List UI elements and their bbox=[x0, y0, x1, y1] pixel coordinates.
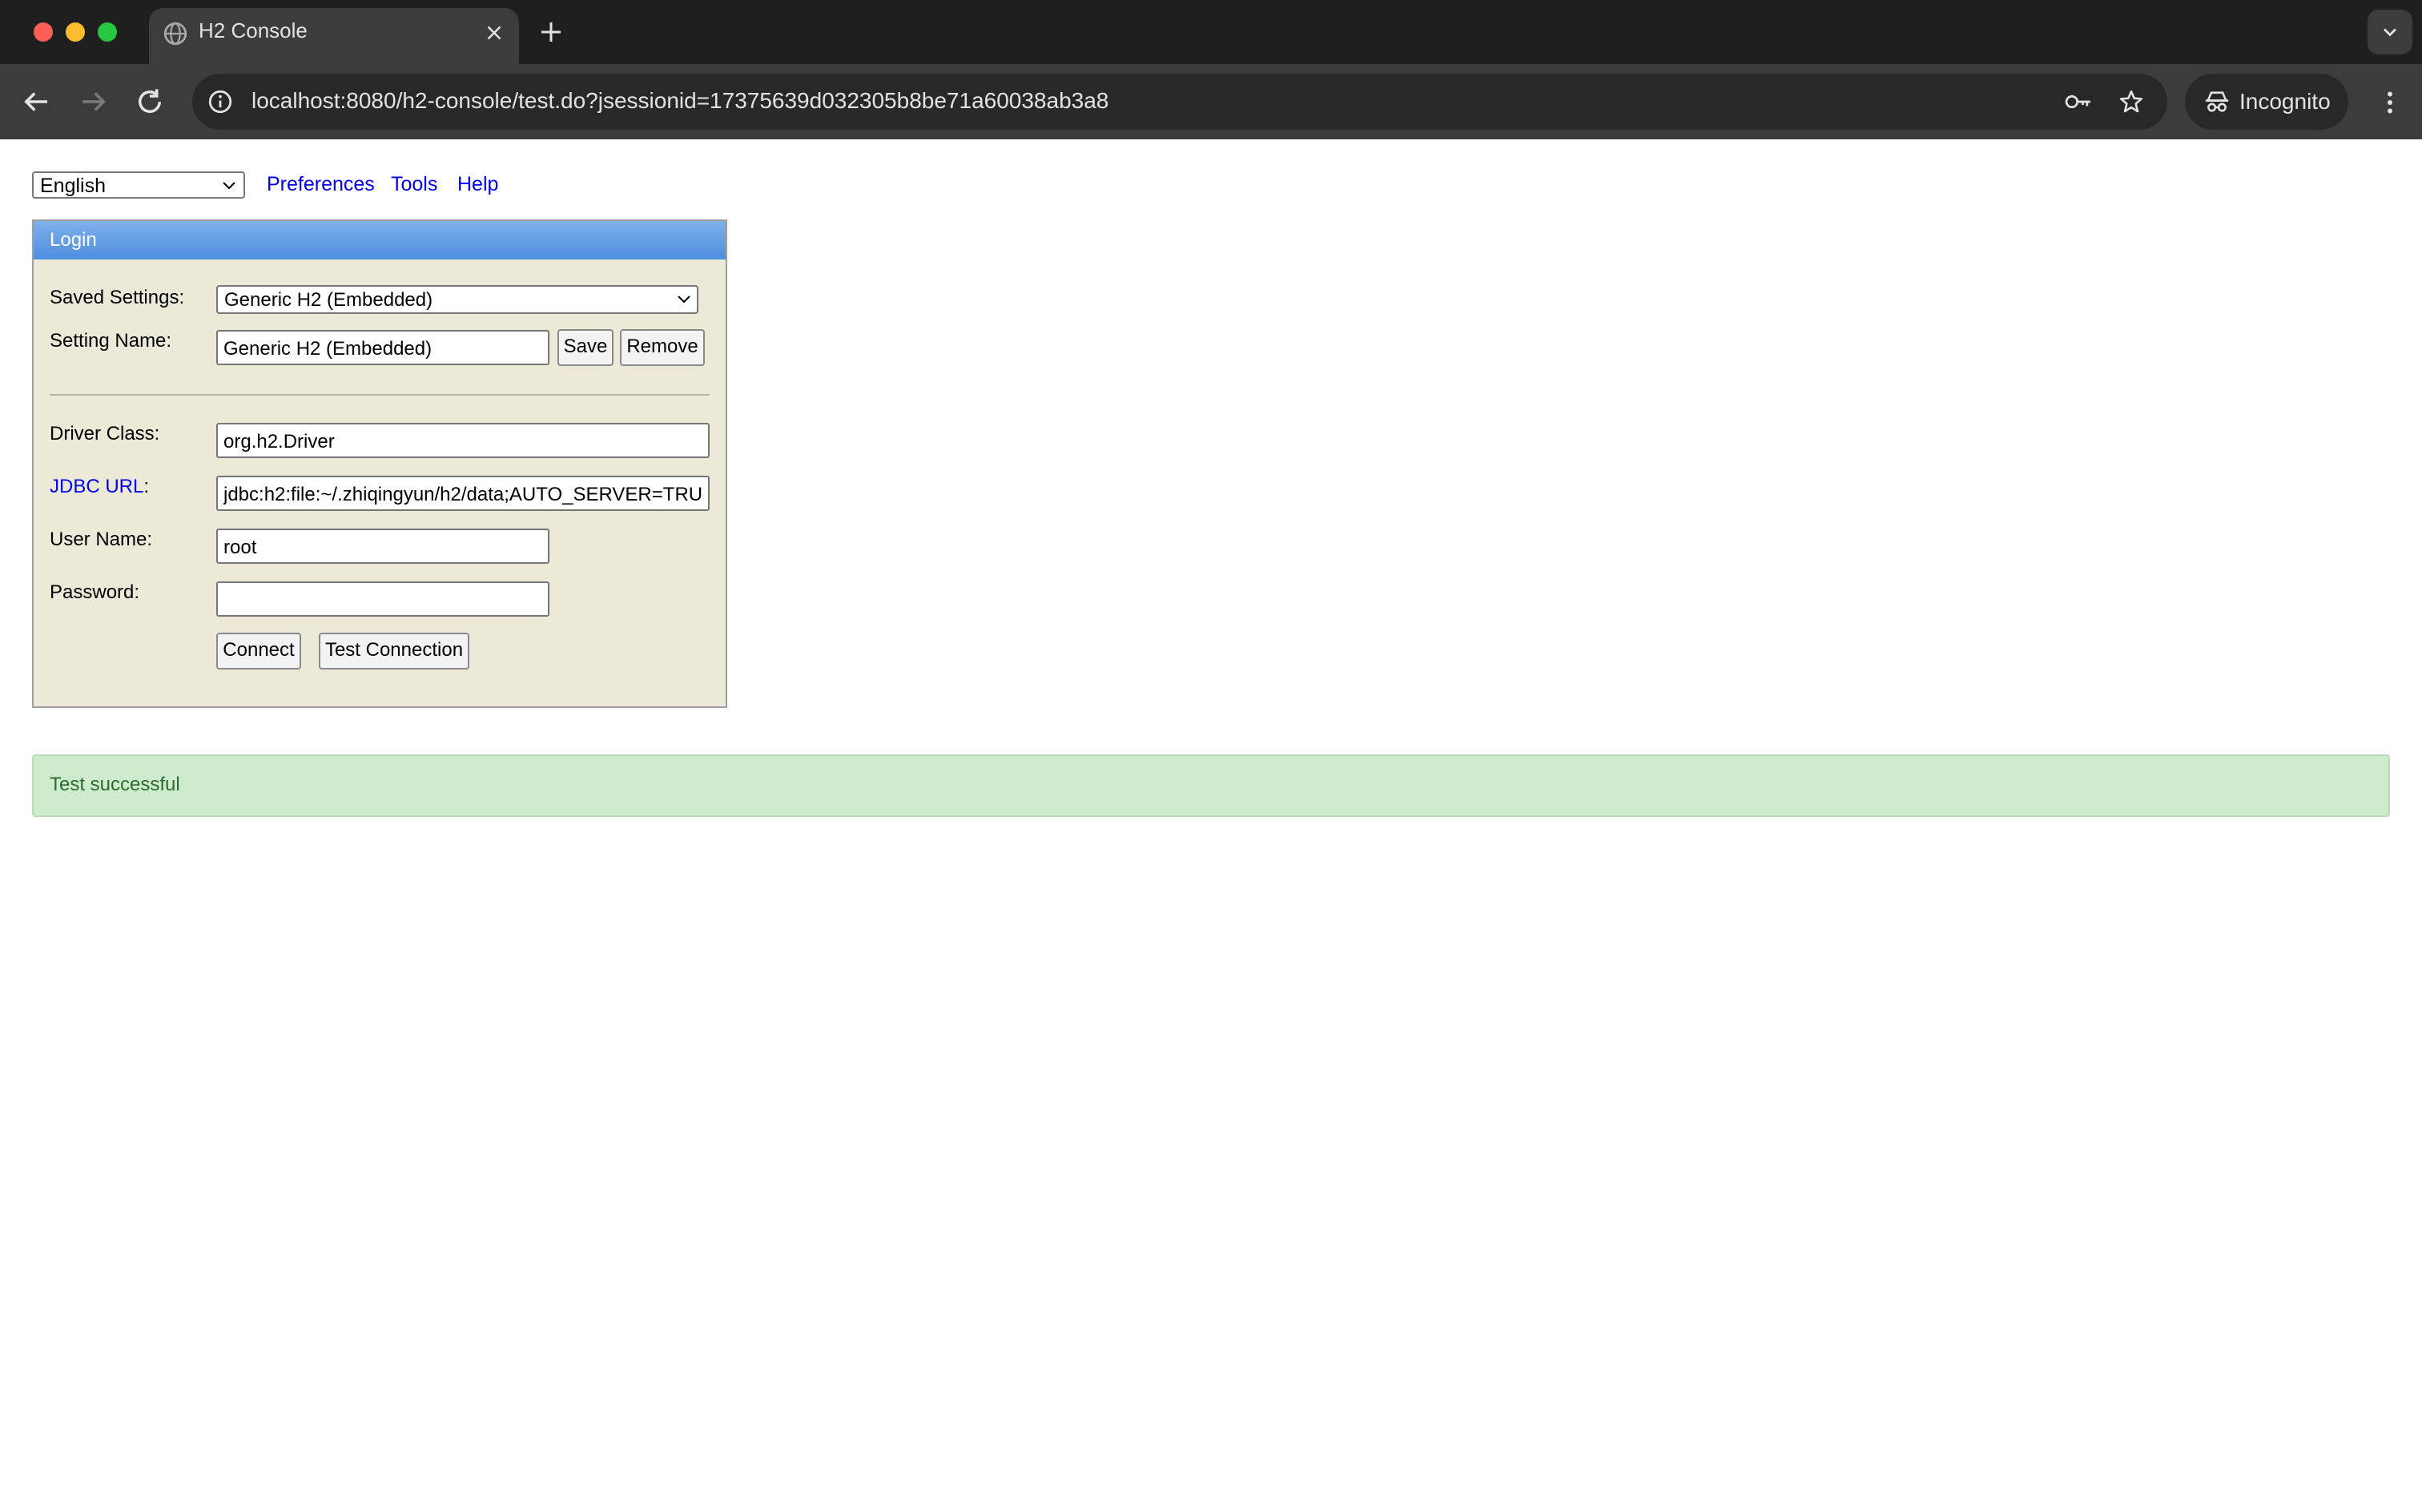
driver-class-value: org.h2.Driver bbox=[223, 431, 335, 452]
browser-toolbar: localhost:8080/h2-console/test.do?jsessi… bbox=[0, 64, 2422, 139]
back-arrow-icon[interactable] bbox=[19, 85, 53, 119]
window-close-button[interactable] bbox=[34, 22, 53, 42]
saved-settings-label: Saved Settings: bbox=[50, 287, 185, 308]
tab-search-button[interactable] bbox=[2368, 10, 2412, 54]
saved-settings-value: Generic H2 (Embedded) bbox=[224, 289, 433, 311]
language-select-value: English bbox=[40, 175, 106, 197]
login-header: Login bbox=[34, 221, 726, 259]
chevron-down-icon bbox=[223, 182, 235, 190]
new-tab-icon[interactable] bbox=[537, 18, 565, 46]
jdbc-url-label: JDBC URL: bbox=[50, 476, 149, 498]
setting-name-label: Setting Name: bbox=[50, 330, 172, 352]
driver-class-label: Driver Class: bbox=[50, 423, 160, 444]
chevron-down-icon bbox=[678, 296, 690, 304]
chevron-down-icon bbox=[2384, 28, 2396, 37]
remove-button[interactable]: Remove bbox=[620, 329, 705, 366]
connect-button[interactable]: Connect bbox=[216, 633, 301, 670]
incognito-label: Incognito bbox=[2239, 89, 2331, 114]
reload-icon[interactable] bbox=[133, 85, 167, 119]
browser-tab-h2-console[interactable]: H2 Console bbox=[149, 8, 519, 64]
window-maximize-button[interactable] bbox=[98, 22, 117, 42]
bookmark-star-icon[interactable] bbox=[2118, 88, 2145, 115]
browser-menu-icon[interactable] bbox=[2376, 86, 2404, 119]
password-label: Password: bbox=[50, 581, 140, 603]
jdbc-url-colon: : bbox=[143, 476, 150, 497]
incognito-icon bbox=[2205, 91, 2229, 112]
user-name-input[interactable]: root bbox=[216, 529, 549, 564]
user-name-value: root bbox=[223, 537, 257, 558]
forward-arrow-icon[interactable] bbox=[77, 85, 111, 119]
user-name-label: User Name: bbox=[50, 529, 153, 550]
password-key-icon[interactable] bbox=[2063, 88, 2094, 115]
incognito-indicator[interactable]: Incognito bbox=[2185, 74, 2348, 130]
setting-name-value: Generic H2 (Embedded) bbox=[223, 338, 432, 360]
jdbc-url-link[interactable]: JDBC URL bbox=[50, 476, 143, 497]
setting-name-input[interactable]: Generic H2 (Embedded) bbox=[216, 330, 549, 365]
login-title: Login bbox=[50, 229, 97, 251]
tab-close-icon[interactable] bbox=[482, 21, 506, 45]
help-link[interactable]: Help bbox=[457, 173, 498, 196]
language-select[interactable]: English bbox=[32, 171, 245, 199]
status-message: Test successful bbox=[50, 774, 180, 795]
jdbc-url-value: jdbc:h2:file:~/.zhiqingyun/h2/data;AUTO_… bbox=[223, 484, 703, 505]
password-input[interactable] bbox=[216, 581, 549, 617]
window-minimize-button[interactable] bbox=[66, 22, 85, 42]
tools-link[interactable]: Tools bbox=[391, 173, 437, 196]
tab-title: H2 Console bbox=[199, 18, 308, 42]
globe-icon bbox=[163, 22, 187, 46]
address-bar[interactable]: localhost:8080/h2-console/test.do?jsessi… bbox=[192, 74, 2167, 130]
browser-tab-bar: H2 Console bbox=[0, 0, 2422, 64]
save-button[interactable]: Save bbox=[557, 329, 614, 366]
test-connection-button[interactable]: Test Connection bbox=[319, 633, 469, 670]
site-info-icon[interactable] bbox=[207, 88, 234, 115]
status-message-box: Test successful bbox=[32, 754, 2390, 817]
divider bbox=[50, 394, 710, 396]
login-panel: Login Saved Settings: Generic H2 (Embedd… bbox=[32, 219, 727, 708]
preferences-link[interactable]: Preferences bbox=[267, 173, 375, 196]
jdbc-url-input[interactable]: jdbc:h2:file:~/.zhiqingyun/h2/data;AUTO_… bbox=[216, 476, 710, 511]
saved-settings-select[interactable]: Generic H2 (Embedded) bbox=[216, 285, 698, 314]
url-text: localhost:8080/h2-console/test.do?jsessi… bbox=[251, 88, 1109, 113]
driver-class-input[interactable]: org.h2.Driver bbox=[216, 423, 710, 458]
